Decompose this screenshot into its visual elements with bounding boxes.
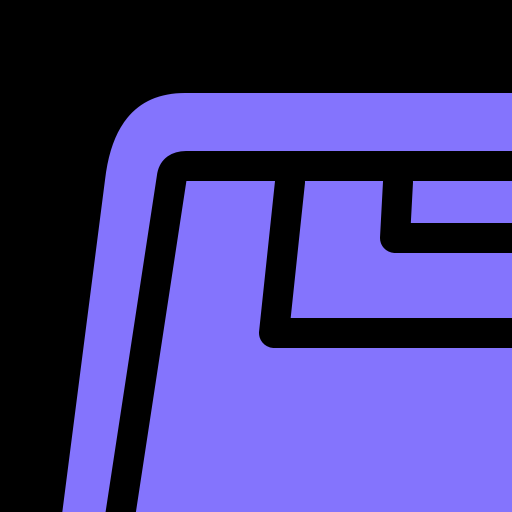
skewed-panel-icon: [62, 93, 512, 512]
icon-canvas: [0, 0, 512, 512]
